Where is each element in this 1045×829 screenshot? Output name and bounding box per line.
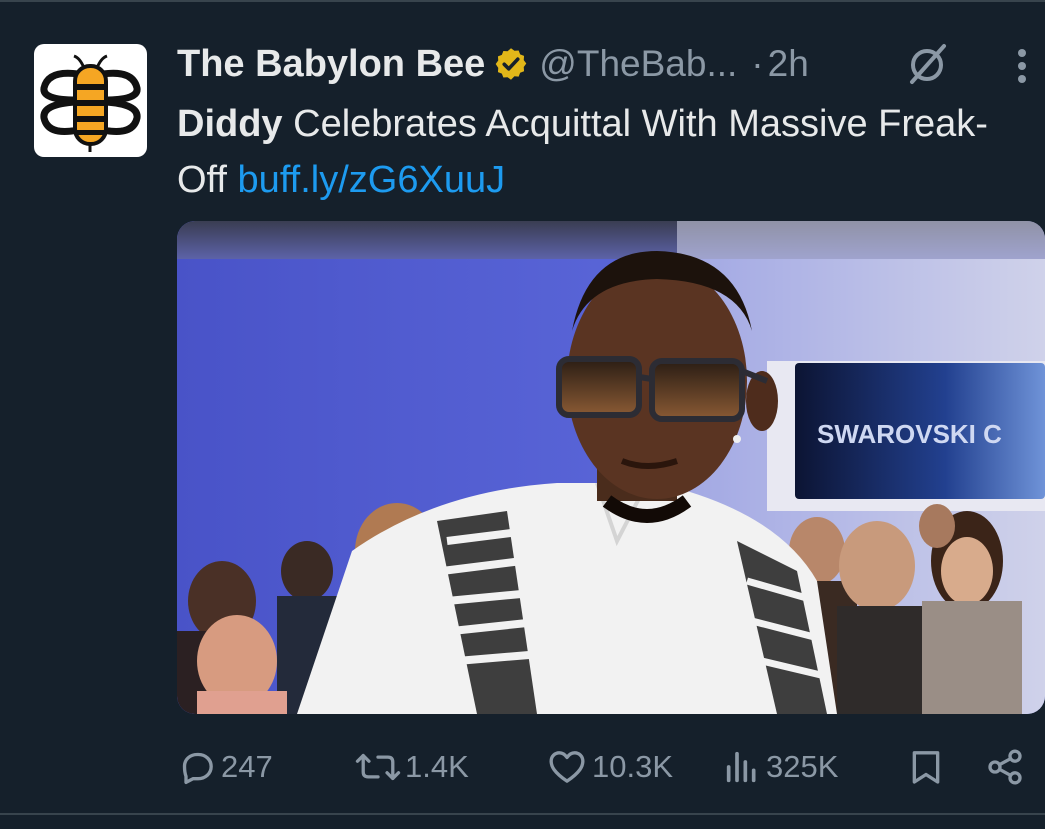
like-button[interactable]: 10.3K xyxy=(546,738,673,796)
verified-badge-icon[interactable] xyxy=(493,46,529,82)
tweet-text: Diddy Celebrates Acquittal With Massive … xyxy=(177,96,997,208)
tweet-timestamp[interactable]: 2h xyxy=(768,43,809,85)
avatar[interactable] xyxy=(34,44,147,157)
reply-count: 247 xyxy=(221,749,273,784)
grok-icon[interactable] xyxy=(903,40,951,88)
tweet-header: The Babylon Bee @TheBab... · 2h xyxy=(177,38,809,90)
author-handle[interactable]: @TheBab... xyxy=(539,43,737,85)
tweet-link[interactable]: buff.ly/zG6XuuJ xyxy=(238,159,506,201)
repost-icon xyxy=(355,753,401,781)
author-name[interactable]: The Babylon Bee xyxy=(177,43,485,86)
repost-count: 1.4K xyxy=(405,749,469,784)
tweet-card[interactable]: The Babylon Bee @TheBab... · 2h Diddy Ce… xyxy=(0,0,1045,829)
action-bar: 247 1.4K 10.3K 325K xyxy=(0,738,1045,796)
separator-dot: · xyxy=(751,43,764,84)
view-count: 325K xyxy=(766,749,839,784)
tweet-media-image[interactable]: SWAROVSKI C xyxy=(177,221,1045,714)
heart-icon xyxy=(549,751,585,783)
media-photo: SWAROVSKI C xyxy=(177,221,1045,714)
babylon-bee-logo xyxy=(40,54,141,152)
like-count: 10.3K xyxy=(592,749,674,784)
repost-button[interactable]: 1.4K xyxy=(355,738,469,796)
share-icon xyxy=(988,749,1022,785)
views-icon xyxy=(726,751,756,783)
reply-button[interactable]: 247 xyxy=(177,738,273,796)
tweet-text-bold: Diddy xyxy=(177,103,283,145)
bookmark-icon xyxy=(912,751,940,784)
reply-icon xyxy=(182,752,213,784)
share-button[interactable] xyxy=(985,738,1025,796)
media-sign-text: SWAROVSKI C xyxy=(817,419,1002,449)
bottom-divider xyxy=(0,813,1045,815)
more-vertical-icon[interactable] xyxy=(1009,46,1035,86)
bookmark-button[interactable] xyxy=(906,738,946,796)
views-button[interactable]: 325K xyxy=(722,738,838,796)
top-divider xyxy=(0,0,1045,2)
